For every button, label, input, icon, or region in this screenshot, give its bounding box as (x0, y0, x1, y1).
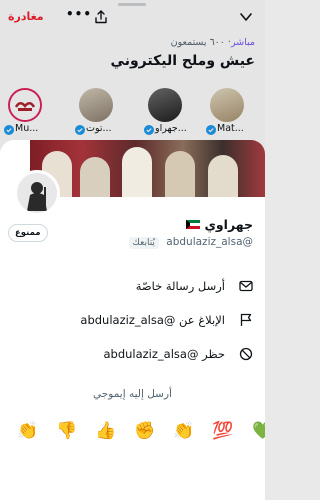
envelope-icon (239, 280, 253, 292)
clap-emoji-icon[interactable]: 👏 (17, 421, 38, 441)
profile-banner (30, 140, 265, 197)
send-dm-action[interactable]: أرسل رسالة خاصّة (13, 277, 253, 297)
block-icon (239, 347, 253, 361)
raised-fist-emoji-icon[interactable]: ✊ (134, 421, 155, 441)
emoji-prompt: أرسل إليه إيموجي (93, 388, 172, 400)
profile-avatar[interactable] (14, 170, 60, 216)
report-label: الإبلاغ عن @abdulaziz_alsa (80, 313, 225, 327)
profile-handle: @abdulaziz_alsa (166, 236, 253, 248)
banner-figure (80, 157, 110, 197)
kuwait-flag-icon (186, 220, 201, 229)
clapping-hands-emoji-icon[interactable]: 👏 (173, 421, 194, 441)
emoji-reactions: 👏 👎 👍 ✊ 👏 💯 💚 (0, 421, 265, 443)
display-name-text: جهراوي (204, 217, 253, 232)
green-heart-emoji-icon[interactable]: 💚 (252, 421, 265, 441)
banner-figure (165, 151, 195, 197)
blocked-button[interactable]: ممنوع (8, 224, 48, 242)
block-label: حظر @abdulaziz_alsa (103, 347, 225, 361)
send-dm-label: أرسل رسالة خاصّة (135, 279, 225, 293)
flag-icon (240, 313, 252, 326)
banner-figure (122, 147, 152, 197)
thumbs-up-emoji-icon[interactable]: 👍 (95, 421, 116, 441)
follows-you-badge: يُتابعك (128, 237, 159, 249)
dim-overlay[interactable] (0, 0, 265, 150)
hundred-points-emoji-icon[interactable]: 💯 (212, 421, 233, 441)
profile-display-name[interactable]: جهراوي (183, 217, 253, 232)
profile-handle-line: @abdulaziz_alsa يُتابعك (128, 236, 253, 249)
block-action[interactable]: حظر @abdulaziz_alsa (13, 345, 253, 365)
profile-sheet: ممنوع جهراوي @abdulaziz_alsa يُتابعك أرس… (0, 140, 265, 500)
avatar-image (17, 173, 57, 213)
thumbs-down-emoji-icon[interactable]: 👎 (56, 421, 77, 441)
banner-figure (208, 155, 238, 197)
report-action[interactable]: الإبلاغ عن @abdulaziz_alsa (13, 311, 253, 331)
